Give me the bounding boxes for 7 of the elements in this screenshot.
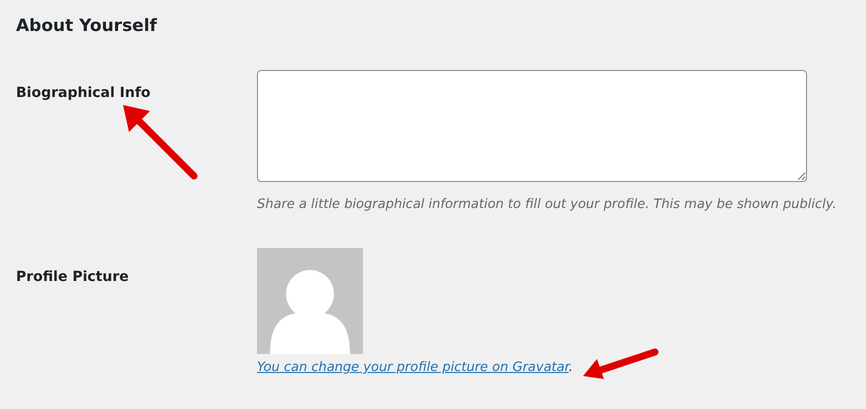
field-label: Profile Picture <box>16 269 129 285</box>
avatar-caption: You can change your profile picture on Gravatar. <box>257 359 573 377</box>
gravatar-link[interactable]: You can change your profile picture on Gravatar <box>257 360 569 375</box>
field-description: Share a little biographical information to fill out your profile. This may be shown publicly. <box>257 196 837 214</box>
biography-field[interactable] <box>257 70 807 182</box>
field-label: Biographical Info <box>16 84 151 100</box>
section-heading: About Yourself <box>16 15 157 38</box>
